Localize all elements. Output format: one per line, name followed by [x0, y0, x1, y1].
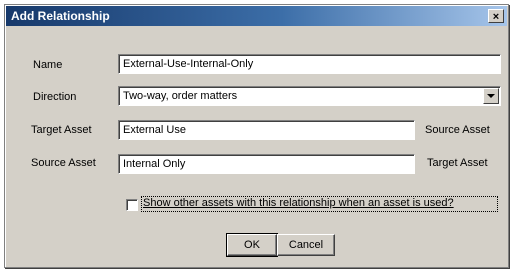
- close-icon: ×: [492, 11, 500, 23]
- source-asset-label: Source Asset: [31, 157, 96, 169]
- direction-select-value: Two-way, order matters: [123, 90, 238, 102]
- source-asset-side-label: Target Asset: [427, 157, 488, 169]
- add-relationship-dialog: Add Relationship × Name External-Use-Int…: [4, 4, 509, 268]
- target-asset-side-label: Source Asset: [425, 124, 490, 136]
- cancel-button[interactable]: Cancel: [277, 234, 335, 256]
- show-other-assets-label[interactable]: Show other assets with this relationship…: [143, 197, 454, 209]
- target-asset-input[interactable]: External Use: [118, 120, 415, 140]
- name-input[interactable]: External-Use-Internal-Only: [118, 54, 501, 74]
- dialog-title: Add Relationship: [11, 9, 110, 23]
- name-label: Name: [33, 59, 63, 71]
- direction-label: Direction: [33, 91, 77, 103]
- chevron-down-icon[interactable]: [483, 88, 499, 104]
- show-other-assets-checkbox[interactable]: [126, 199, 138, 211]
- ok-button[interactable]: OK: [226, 233, 278, 257]
- close-button[interactable]: ×: [488, 9, 504, 23]
- direction-select[interactable]: Two-way, order matters: [118, 86, 501, 106]
- source-asset-input[interactable]: Internal Only: [118, 154, 415, 174]
- title-bar[interactable]: Add Relationship ×: [6, 6, 507, 26]
- target-asset-label: Target Asset: [31, 124, 92, 136]
